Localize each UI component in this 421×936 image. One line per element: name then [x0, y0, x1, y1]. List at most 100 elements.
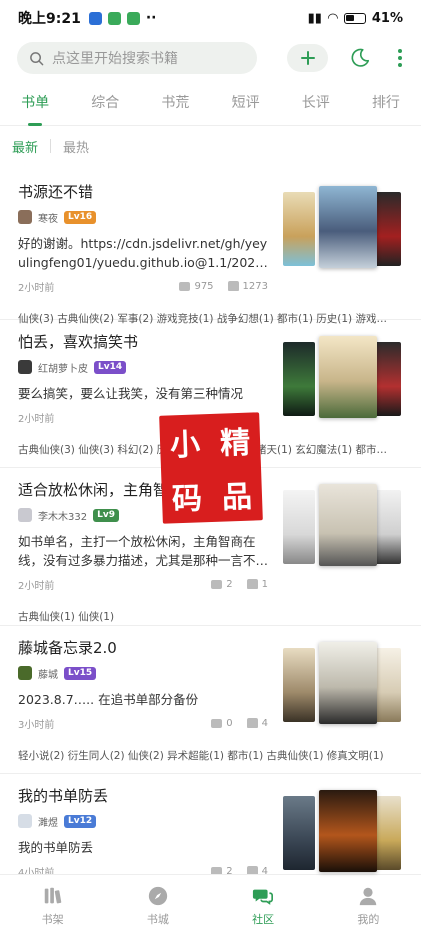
book-cover	[319, 484, 377, 566]
avatar[interactable]	[18, 360, 32, 374]
tab-booklist[interactable]: 书单	[0, 80, 70, 126]
wifi-icon: ◠	[327, 10, 338, 26]
book-covers[interactable]	[283, 186, 401, 268]
add-button[interactable]	[287, 44, 328, 72]
book-covers[interactable]	[283, 336, 401, 418]
author-name[interactable]: 红胡萝卜皮	[38, 360, 88, 375]
book-covers[interactable]	[283, 642, 401, 724]
stats-row: 2小时前 2 1	[18, 572, 268, 596]
battery-icon	[343, 12, 366, 24]
booklist-title: 怕丢，喜欢搞笑书	[18, 333, 139, 351]
author-name[interactable]: 濉煜	[38, 814, 58, 829]
avatar[interactable]	[18, 508, 32, 522]
night-mode-button[interactable]	[346, 44, 373, 72]
status-bar: 晚上9:21 ·· ▮▮ ◠ 41%	[0, 0, 421, 36]
more-notifications: ··	[145, 10, 157, 26]
wechat-notification-icon	[107, 11, 121, 25]
book-cover	[319, 790, 377, 872]
more-menu-button[interactable]	[393, 49, 407, 67]
thumbs-up-icon	[227, 281, 239, 291]
nav-community[interactable]: 社区	[211, 875, 316, 936]
like-count[interactable]: 4	[246, 718, 268, 729]
book-cover	[319, 336, 377, 418]
nav-label: 书架	[41, 912, 64, 926]
genre-tags: 轻小说(2) 衍生同人(2) 仙侠(2) 异术超能(1) 都市(1) 古典仙侠(…	[18, 750, 384, 762]
like-count[interactable]: 1	[246, 579, 268, 590]
book-covers[interactable]	[283, 790, 401, 872]
nav-bookstore[interactable]: 书城	[105, 875, 210, 936]
list-item[interactable]: 我的书单防丢 濉煜 Lv12 我的书单防丢 4小时前 2 4	[0, 774, 421, 878]
thumbs-up-icon	[246, 579, 258, 589]
book-cover	[283, 192, 315, 266]
bottom-nav: 书架 书城 社区 我的	[0, 874, 421, 936]
category-tabs: 书单 综合 书荒 短评 长评 排行	[0, 80, 421, 126]
tab-book-shortage[interactable]: 书荒	[140, 80, 210, 126]
timestamp: 3小时前	[18, 719, 55, 731]
search-input[interactable]: 点这里开始搜索书籍	[17, 42, 257, 74]
tab-short-review[interactable]: 短评	[211, 80, 281, 126]
comment-count[interactable]: 0	[211, 718, 233, 729]
level-badge: Lv15	[64, 666, 97, 680]
nav-profile[interactable]: 我的	[316, 875, 421, 936]
nav-bookshelf[interactable]: 书架	[0, 875, 105, 936]
tab-general[interactable]: 综合	[70, 80, 140, 126]
battery-level: 41%	[371, 10, 403, 26]
status-right: ▮▮ ◠ 41%	[308, 11, 403, 26]
author-name[interactable]: 藤城	[38, 666, 58, 681]
comment-count[interactable]: 2	[211, 579, 233, 590]
search-placeholder: 点这里开始搜索书籍	[52, 51, 178, 67]
booklist-title: 我的书单防丢	[18, 787, 109, 805]
stats-row: 3小时前 0 4	[18, 711, 268, 735]
search-icon	[30, 51, 44, 65]
app-notification-icon	[88, 11, 102, 25]
booklist-description: 2023.8.7….. 在追书单部分备份	[18, 692, 199, 707]
book-cover	[283, 490, 315, 564]
sort-hottest[interactable]: 最热	[63, 137, 89, 156]
sort-divider	[50, 139, 52, 153]
stats-row: 2小时前 975 1273	[18, 274, 268, 298]
nav-label: 社区	[252, 912, 275, 926]
comment-count[interactable]: 975	[179, 281, 214, 292]
tab-ranking[interactable]: 排行	[351, 80, 421, 126]
plus-icon	[300, 51, 315, 65]
avatar[interactable]	[18, 666, 32, 680]
tab-long-review[interactable]: 长评	[281, 80, 351, 126]
chat-bubbles-icon	[253, 889, 274, 905]
search-row: 点这里开始搜索书籍	[0, 36, 421, 80]
timestamp: 2小时前	[18, 282, 55, 294]
book-cover	[319, 642, 377, 724]
booklist-list: 书源还不错 寒夜 Lv16 好的谢谢。https://cdn.jsdelivr.…	[0, 170, 421, 878]
list-item[interactable]: 书源还不错 寒夜 Lv16 好的谢谢。https://cdn.jsdelivr.…	[0, 170, 421, 325]
comment-icon	[211, 579, 223, 589]
book-cover	[283, 796, 315, 870]
signal-icon: ▮▮	[307, 10, 322, 26]
thumbs-up-icon	[246, 718, 258, 728]
nav-label: 书城	[146, 912, 169, 926]
level-badge: Lv9	[93, 508, 119, 522]
book-cover	[283, 648, 315, 722]
comment-icon	[179, 281, 191, 291]
watermark-seal: 小 精 码 品	[159, 412, 263, 524]
avatar[interactable]	[18, 814, 32, 828]
list-item[interactable]: 藤城备忘录2.0 藤城 Lv15 2023.8.7….. 在追书单部分备份 3小…	[0, 626, 421, 774]
timestamp: 2小时前	[18, 580, 55, 592]
book-covers[interactable]	[283, 484, 401, 566]
sort-newest[interactable]: 最新	[12, 137, 38, 156]
nav-label: 我的	[357, 912, 380, 926]
moon-icon	[351, 48, 369, 67]
sort-bar: 最新 最热	[0, 126, 421, 166]
person-icon	[360, 887, 377, 905]
avatar[interactable]	[18, 210, 32, 224]
comment-icon	[211, 718, 223, 728]
booklist-title: 藤城备忘录2.0	[18, 639, 117, 657]
level-badge: Lv14	[94, 360, 127, 374]
author-name[interactable]: 李木木332	[38, 508, 87, 523]
app-notification-icon-2	[126, 11, 140, 25]
author-name[interactable]: 寒夜	[38, 210, 58, 225]
status-time: 晚上9:21	[18, 11, 81, 27]
notification-icons: ··	[88, 10, 157, 26]
book-cover	[283, 342, 315, 416]
book-cover	[319, 186, 377, 268]
like-count[interactable]: 1273	[227, 281, 268, 292]
booklist-description: 我的书单防丢	[18, 840, 94, 855]
